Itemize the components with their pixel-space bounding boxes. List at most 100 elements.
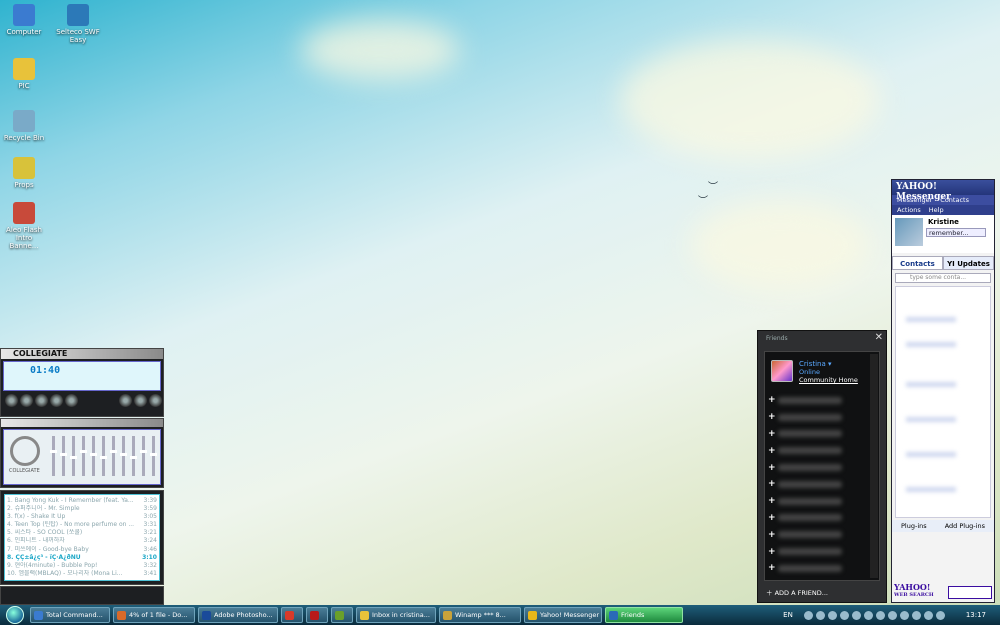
yahoo-messenger-window[interactable]: YAHOO! Messenger Messenger Contacts Acti… xyxy=(891,179,995,603)
friend-row[interactable]: + xyxy=(765,543,879,560)
eq-slider-handle[interactable] xyxy=(110,450,117,453)
menu-actions[interactable]: Actions xyxy=(897,206,921,214)
winamp-title-bar[interactable]: COLLEGIATE xyxy=(1,349,163,359)
tray-icon[interactable] xyxy=(935,610,945,620)
tray-icon[interactable] xyxy=(863,610,873,620)
taskbar-button[interactable]: 4% of 1 file - Do... xyxy=(113,607,195,623)
winamp-equalizer-window[interactable]: COLLEGIATE xyxy=(0,418,164,488)
taskbar-button[interactable]: Friends xyxy=(605,607,683,623)
eq-slider-handle[interactable] xyxy=(130,456,137,459)
expand-icon[interactable]: + xyxy=(768,530,778,540)
playlist-row[interactable]: 10. 엠블랙(MBLAQ) - 모나리자 (Mona Li... 3:41 xyxy=(7,570,157,578)
taskbar-button[interactable]: Winamp *** 8... xyxy=(439,607,521,623)
tray-icon[interactable] xyxy=(887,610,897,620)
user-name[interactable]: Kristine xyxy=(928,218,959,226)
tray-icon[interactable] xyxy=(815,610,825,620)
playlist-row[interactable]: 9. 현아(4minute) - Bubble Pop! 3:32 xyxy=(7,562,157,570)
eq-slider-handle[interactable] xyxy=(100,456,107,459)
desktop-icon-recycle-bin[interactable]: Recycle Bin xyxy=(2,110,46,142)
eq-slider[interactable] xyxy=(70,436,77,476)
start-button[interactable] xyxy=(0,605,30,625)
messenger-title-bar[interactable]: YAHOO! Messenger xyxy=(892,180,994,202)
desktop-icon-props[interactable]: Props xyxy=(2,157,46,189)
my-name[interactable]: Cristina ▾ xyxy=(799,360,858,368)
language-indicator[interactable]: EN xyxy=(783,611,793,619)
expand-icon[interactable]: + xyxy=(768,513,778,523)
expand-icon[interactable]: + xyxy=(768,563,778,573)
eject-button[interactable] xyxy=(119,394,132,407)
menu-help[interactable]: Help xyxy=(929,206,944,214)
desktop-icon-swf-easy[interactable]: Selteco SWF Easy xyxy=(56,4,100,44)
taskbar-button[interactable]: Total Command... xyxy=(30,607,110,623)
friends-window[interactable]: Friends ✕ Cristina ▾ Online Community Ho… xyxy=(757,330,887,603)
community-home-link[interactable]: Community Home xyxy=(799,376,858,384)
tray-icon[interactable] xyxy=(803,610,813,620)
previous-button[interactable] xyxy=(5,394,18,407)
play-button[interactable] xyxy=(20,394,33,407)
playlist-row[interactable]: 4. Teen Top (틴탑) - No more perfume on ..… xyxy=(7,521,157,529)
eq-slider[interactable] xyxy=(120,436,127,476)
repeat-button[interactable] xyxy=(149,394,162,407)
expand-icon[interactable]: + xyxy=(768,463,778,473)
eq-slider[interactable] xyxy=(130,436,137,476)
eq-slider[interactable] xyxy=(150,436,157,476)
playlist-row[interactable]: 1. Bang Yong Kuk - I Remember (feat. Ya.… xyxy=(7,497,157,505)
taskbar-button[interactable]: Inbox in cristina... xyxy=(356,607,436,623)
winamp-time[interactable]: 01:40 xyxy=(30,365,60,376)
tray-icon[interactable] xyxy=(851,610,861,620)
eq-slider-handle[interactable] xyxy=(60,453,67,456)
clock[interactable]: 13:17 xyxy=(966,611,986,619)
expand-icon[interactable]: + xyxy=(768,412,778,422)
expand-icon[interactable]: + xyxy=(768,429,778,439)
web-search-input[interactable] xyxy=(948,586,992,599)
desktop-icon-computer[interactable]: Computer xyxy=(2,4,46,36)
tray-icon[interactable] xyxy=(839,610,849,620)
next-button[interactable] xyxy=(65,394,78,407)
tab-updates[interactable]: YI Updates xyxy=(943,256,994,270)
equalizer-title-bar[interactable] xyxy=(1,419,163,427)
taskbar-button[interactable] xyxy=(306,607,328,623)
eq-slider-handle[interactable] xyxy=(150,453,157,456)
tray-icon[interactable] xyxy=(899,610,909,620)
winamp-playlist-window[interactable]: 1. Bang Yong Kuk - I Remember (feat. Ya.… xyxy=(0,490,164,585)
contact-list[interactable] xyxy=(895,286,991,518)
eq-slider[interactable] xyxy=(50,436,57,476)
eq-slider[interactable] xyxy=(100,436,107,476)
friend-row[interactable]: + xyxy=(765,493,879,510)
stop-button[interactable] xyxy=(50,394,63,407)
tray-icon[interactable] xyxy=(923,610,933,620)
menu-contacts[interactable]: Contacts xyxy=(940,196,969,204)
friend-row[interactable]: + xyxy=(765,560,879,577)
friends-scrollbar[interactable] xyxy=(870,354,878,578)
menu-messenger[interactable]: Messenger xyxy=(897,196,932,204)
friend-row[interactable]: + xyxy=(765,476,879,493)
tray-icon[interactable] xyxy=(875,610,885,620)
eq-slider-handle[interactable] xyxy=(80,450,87,453)
tray-icon[interactable] xyxy=(911,610,921,620)
friend-row[interactable]: + xyxy=(765,409,879,426)
my-profile[interactable]: Cristina ▾ Online Community Home xyxy=(765,352,879,392)
friend-row[interactable]: + xyxy=(765,459,879,476)
shuffle-button[interactable] xyxy=(134,394,147,407)
eq-slider-handle[interactable] xyxy=(140,450,147,453)
friend-row[interactable]: + xyxy=(765,392,879,409)
friend-row[interactable]: + xyxy=(765,510,879,527)
eq-slider[interactable] xyxy=(90,436,97,476)
eq-slider[interactable] xyxy=(110,436,117,476)
expand-icon[interactable]: + xyxy=(768,446,778,456)
desktop-icon-aleo-flash[interactable]: Aleo Flash Intro Banne... xyxy=(2,202,46,250)
expand-icon[interactable]: + xyxy=(768,496,778,506)
eq-slider-handle[interactable] xyxy=(120,453,127,456)
playlist-row[interactable]: 7. 미쓰에이 - Good-bye Baby 3:46 xyxy=(7,546,157,554)
playlist-row[interactable]: 6. 인피니트 - 내꺼하자 3:24 xyxy=(7,537,157,545)
playlist-row[interactable]: 8. ÇÇ±â¿ç³ - ïÇ·À¿ðÑÛ 3:10 xyxy=(7,554,157,562)
eq-slider-handle[interactable] xyxy=(70,456,77,459)
winamp-main-window[interactable]: COLLEGIATE 01:40 xyxy=(0,348,164,417)
add-plugins-button[interactable]: Add Plug-ins xyxy=(945,522,985,530)
eq-slider[interactable] xyxy=(140,436,147,476)
close-icon[interactable]: ✕ xyxy=(875,332,883,343)
eq-slider-handle[interactable] xyxy=(90,453,97,456)
add-friend-button[interactable]: ＋ ADD A FRIEND... xyxy=(766,587,828,597)
tray-icon[interactable] xyxy=(827,610,837,620)
playlist-row[interactable]: 5. 씨스타 - SO COOL (쏘쿨) 3:21 xyxy=(7,529,157,537)
